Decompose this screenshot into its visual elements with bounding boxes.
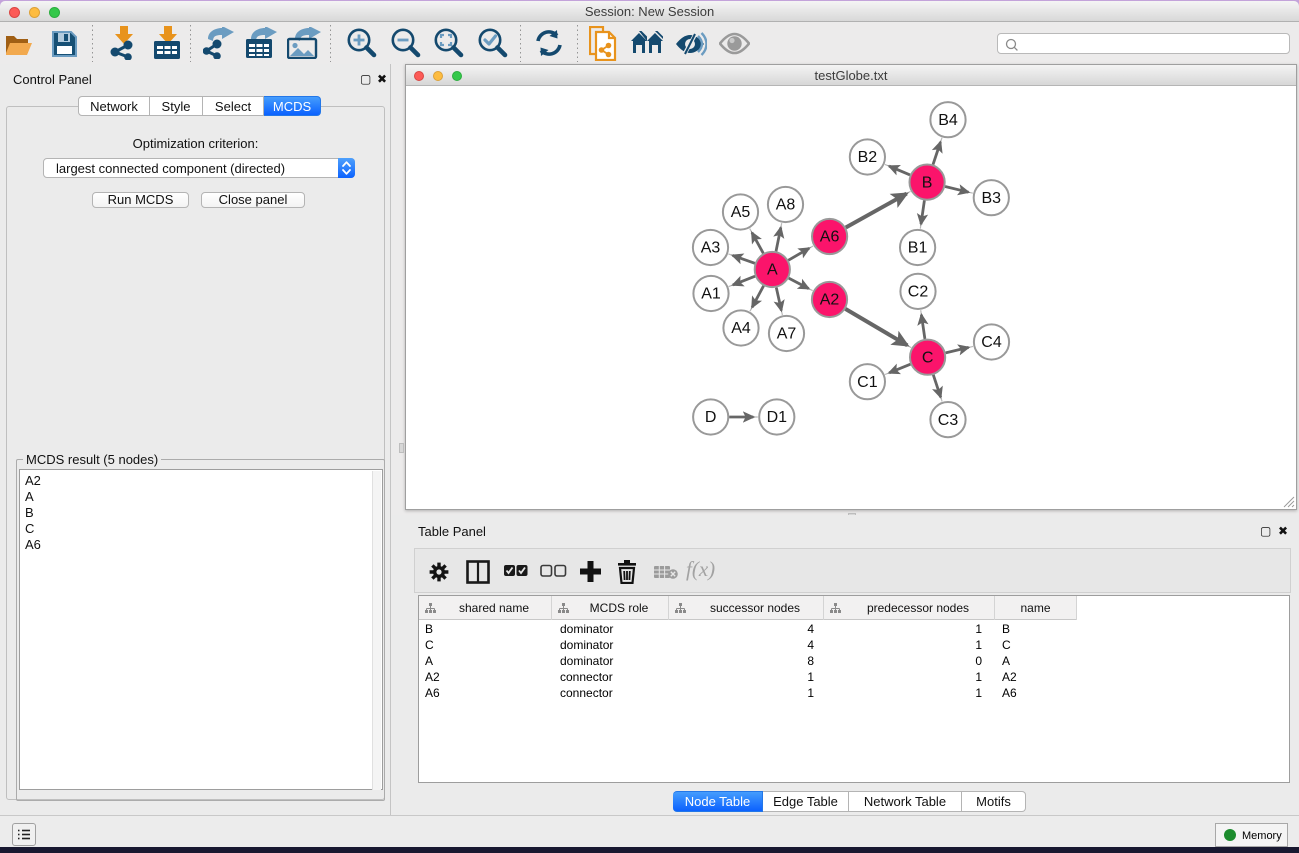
svg-text:C2: C2: [908, 284, 929, 301]
svg-text:A3: A3: [701, 240, 721, 257]
svg-text:C1: C1: [857, 374, 878, 391]
svg-text:D1: D1: [767, 409, 788, 426]
svg-text:A2: A2: [820, 292, 840, 309]
svg-text:C4: C4: [981, 334, 1002, 351]
svg-text:A5: A5: [731, 204, 751, 221]
svg-text:B2: B2: [858, 149, 878, 166]
svg-text:C: C: [922, 349, 934, 366]
svg-text:A6: A6: [820, 229, 840, 246]
svg-text:A4: A4: [731, 320, 751, 337]
svg-text:B3: B3: [982, 190, 1002, 207]
svg-text:B4: B4: [938, 112, 958, 129]
svg-text:D: D: [705, 409, 717, 426]
svg-text:B1: B1: [908, 240, 928, 257]
svg-text:A1: A1: [701, 286, 721, 303]
svg-text:A8: A8: [776, 197, 796, 214]
svg-text:A: A: [767, 262, 778, 279]
svg-text:B: B: [922, 174, 933, 191]
svg-text:C3: C3: [938, 412, 959, 429]
svg-text:A7: A7: [777, 326, 797, 343]
